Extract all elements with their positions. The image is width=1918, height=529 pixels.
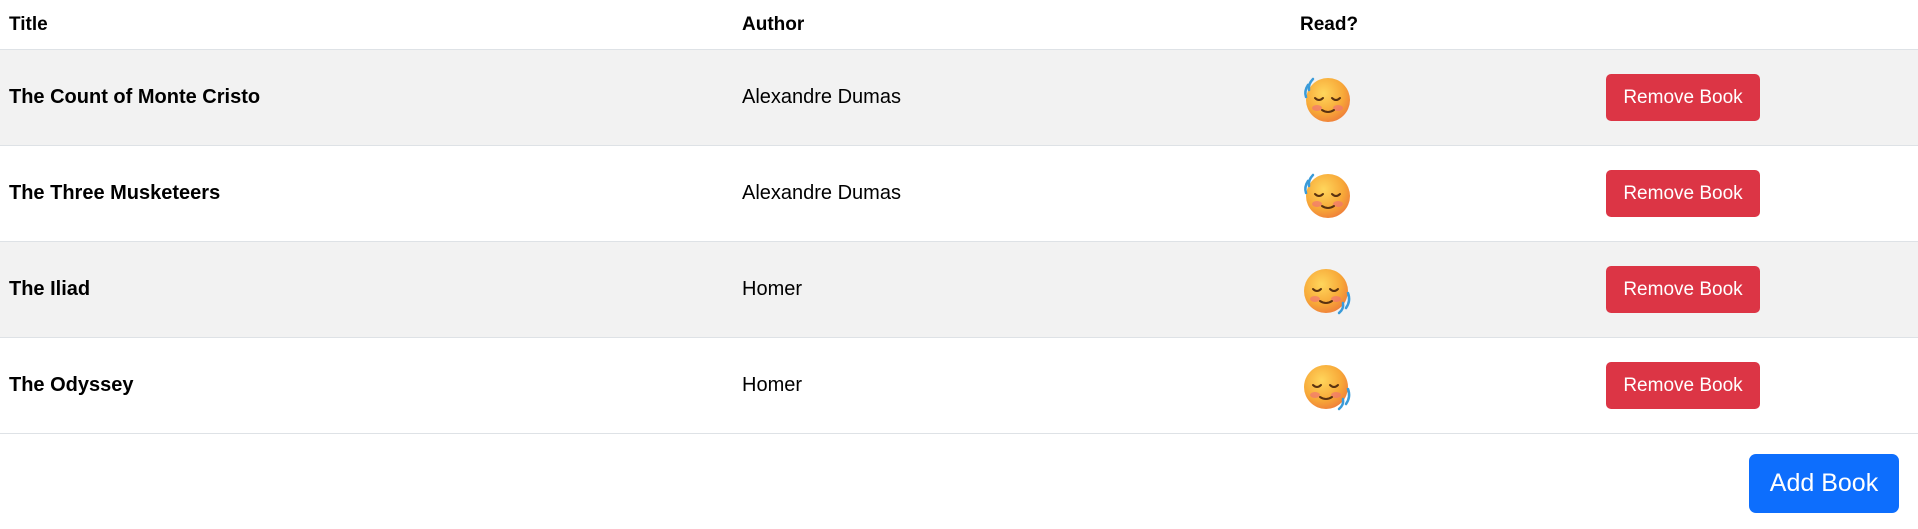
relieved-face-shaking-icon [1304, 364, 1351, 410]
table-row: The Three Musketeers Alexandre Dumas Rem… [0, 146, 1918, 242]
header-title: Title [9, 13, 48, 35]
table-row: The Iliad Homer Remove Book [0, 242, 1918, 338]
remove-book-button[interactable]: Remove Book [1606, 74, 1760, 121]
header-read: Read? [1300, 13, 1359, 35]
header-author: Author [742, 13, 805, 35]
books-table: Title Author Read? The Count of Monte Cr… [0, 0, 1918, 434]
remove-book-button[interactable]: Remove Book [1606, 266, 1760, 313]
book-author: Alexandre Dumas [742, 86, 901, 108]
relieved-face-waving-icon [1304, 77, 1350, 122]
add-book-button[interactable]: Add Book [1749, 454, 1899, 513]
relieved-face-waving-icon [1304, 173, 1350, 218]
relieved-face-shaking-icon [1304, 268, 1351, 314]
table-row: The Odyssey Homer Remove Book [0, 338, 1918, 434]
table-header: Title Author Read? [0, 0, 1918, 50]
remove-book-button[interactable]: Remove Book [1606, 170, 1760, 217]
remove-book-button[interactable]: Remove Book [1606, 362, 1760, 409]
book-title: The Three Musketeers [9, 182, 221, 204]
book-author: Homer [742, 374, 803, 396]
book-author: Alexandre Dumas [742, 182, 901, 204]
book-title: The Odyssey [9, 374, 134, 396]
book-author: Homer [742, 278, 803, 300]
book-title: The Count of Monte Cristo [9, 86, 261, 108]
table-row: The Count of Monte Cristo Alexandre Duma… [0, 50, 1918, 146]
book-title: The Iliad [9, 278, 91, 300]
